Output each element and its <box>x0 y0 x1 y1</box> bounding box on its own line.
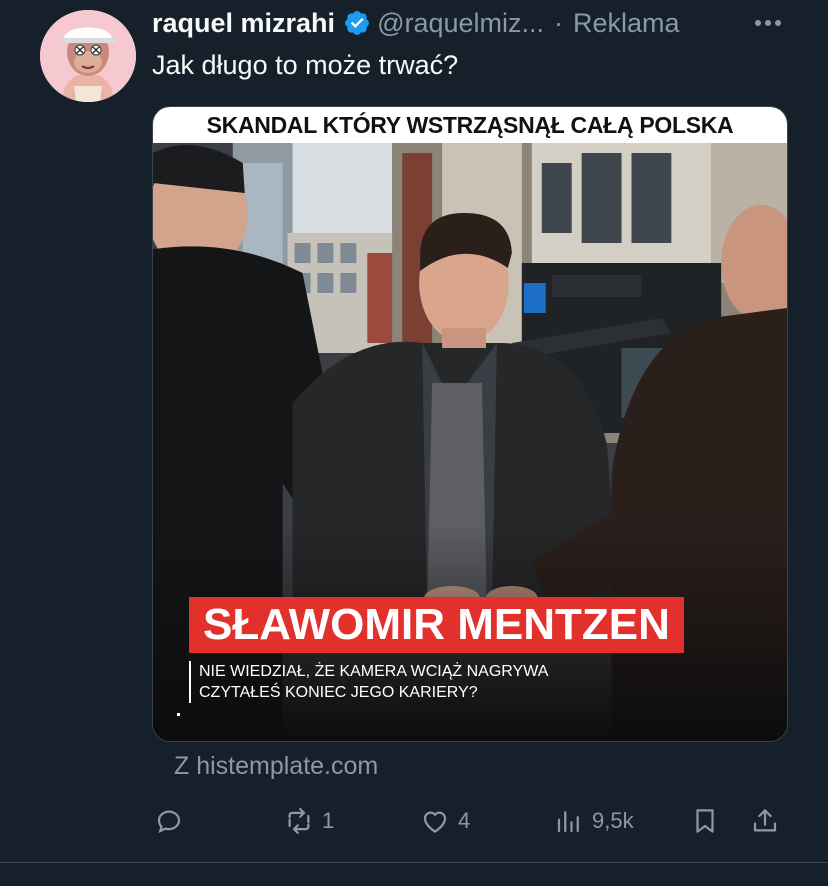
tweet-header: raquel mizrahi @raquelmiz... · Reklama <box>152 6 680 40</box>
tweet-divider <box>0 862 828 863</box>
subtitle-line-2: CZYTAŁEŚ KONIEC JEGO KARIERY? <box>199 684 478 701</box>
views-icon <box>557 811 579 833</box>
media-subtitle: NIE WIEDZIAŁ, ŻE KAMERA WCIĄŻ NAGRYWA CZ… <box>189 661 548 703</box>
retweet-button[interactable]: 1 <box>284 798 334 844</box>
tweet-text: Jak długo to może trwać? <box>152 50 459 80</box>
bookmark-icon <box>696 809 714 833</box>
like-count: 4 <box>458 808 471 833</box>
media-dot <box>177 713 180 716</box>
share-icon <box>753 809 777 832</box>
author-handle[interactable]: @raquelmiz... <box>377 8 544 39</box>
source-link[interactable]: Z histemplate.com <box>174 752 378 781</box>
heart-icon <box>423 811 447 833</box>
subtitle-line-1: NIE WIEDZIAŁ, ŻE KAMERA WCIĄŻ NAGRYWA <box>199 663 549 680</box>
avatar[interactable] <box>40 10 136 102</box>
separator-dot: · <box>554 7 564 38</box>
like-button[interactable]: 4 <box>420 798 470 844</box>
ad-label: Reklama <box>573 7 680 38</box>
bored-ape-avatar-icon <box>40 10 136 102</box>
author-name[interactable]: raquel mizrahi <box>152 8 335 39</box>
media-image[interactable]: SKANDAL KTÓRY WSTRZĄSNĄŁ CAŁĄ POLSKA SŁA… <box>152 106 788 742</box>
tweet-actions: 1 4 9,5k <box>150 798 790 844</box>
more-options-icon[interactable] <box>748 8 788 38</box>
retweet-count: 1 <box>322 808 335 833</box>
media-banner-text: SKANDAL KTÓRY WSTRZĄSNĄŁ CAŁĄ POLSKA <box>153 107 787 143</box>
name-overlay: SŁAWOMIR MENTZEN <box>189 597 684 653</box>
retweet-icon <box>288 808 310 834</box>
verified-badge-icon[interactable] <box>343 9 371 37</box>
share-button[interactable] <box>750 798 780 844</box>
bookmark-button[interactable] <box>690 798 720 844</box>
reply-icon <box>157 810 181 834</box>
views-button[interactable]: 9,5k <box>554 798 634 844</box>
views-count: 9,5k <box>592 808 634 833</box>
reply-button[interactable] <box>154 798 192 844</box>
